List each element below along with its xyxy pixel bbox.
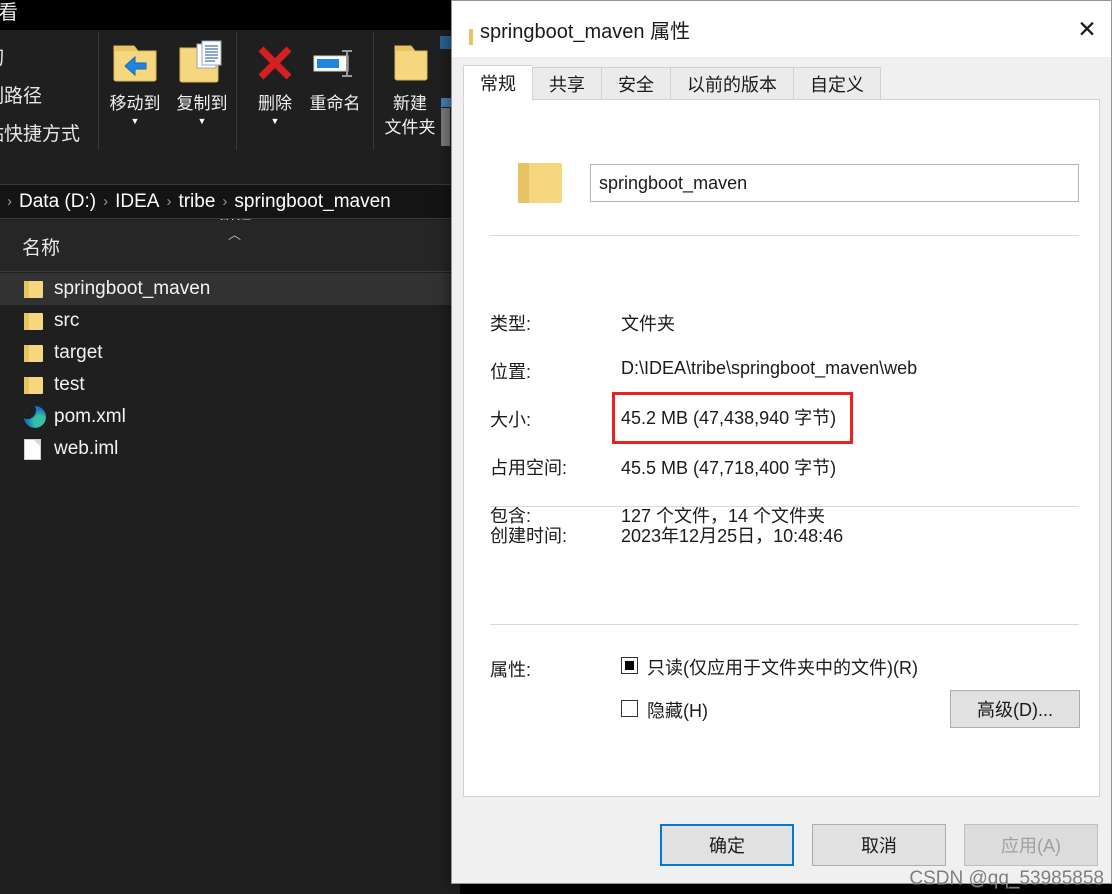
tab-view[interactable]: 查看: [0, 0, 18, 25]
hidden-checkbox[interactable]: [621, 700, 638, 717]
list-item[interactable]: target: [0, 337, 460, 369]
property-value: 2023年12月25日，10:48:46: [621, 526, 844, 546]
copy-path-command[interactable]: 复制路径: [0, 78, 80, 116]
list-item[interactable]: test: [0, 369, 460, 401]
tab-strip: 常规 共享 安全 以前的版本 自定义: [463, 65, 881, 101]
list-item-label: pom.xml: [54, 406, 126, 427]
explorer-ribbon: 剪切 复制路径 粘贴快捷方式 移动到 ▼: [0, 30, 460, 229]
breadcrumb-separator: ›: [222, 193, 228, 210]
readonly-checkbox-label: 只读(仅应用于文件夹中的文件)(R): [647, 658, 918, 678]
paste-shortcut-command[interactable]: 粘贴快捷方式: [0, 116, 80, 154]
page-title: springboot_maven 属性: [480, 20, 691, 43]
name-row: [490, 157, 1079, 209]
property-value: 45.5 MB (47,718,400 字节): [621, 458, 837, 478]
created-section: 创建时间: 2023年12月25日，10:48:46: [490, 520, 1079, 568]
folder-icon: [24, 280, 54, 298]
new-folder-label-line1: 新建: [393, 94, 427, 113]
cancel-button[interactable]: 取消: [812, 824, 946, 866]
readonly-checkbox[interactable]: [621, 657, 638, 674]
divider: [490, 624, 1079, 625]
property-row-created: 创建时间: 2023年12月25日，10:48:46: [490, 520, 1079, 568]
dialog-body: 常规 共享 安全 以前的版本 自定义 类型: 文件夹: [452, 57, 1111, 807]
property-row-type: 类型: 文件夹: [490, 308, 1079, 356]
breadcrumb-item-tribe[interactable]: tribe: [178, 191, 215, 213]
breadcrumb-separator: ›: [103, 193, 109, 210]
hidden-checkbox-label: 隐藏(H): [647, 701, 708, 721]
file-explorer-window: 查看 剪切 复制路径 粘贴快捷方式 移动到: [0, 0, 460, 894]
list-item-label: test: [54, 374, 85, 395]
file-list: springboot_maven src target test pom.xml…: [0, 273, 460, 465]
property-value: D:\IDEA\tribe\springboot_maven\web: [621, 358, 918, 378]
sort-ascending-icon: ︿: [228, 227, 242, 242]
clipboard-commands: 剪切 复制路径 粘贴快捷方式: [0, 40, 80, 154]
property-label: 创建时间:: [490, 526, 568, 546]
dialog-title-bar: springboot_maven 属性 ✕: [452, 1, 1111, 57]
folder-icon: [24, 376, 54, 394]
explorer-tab-strip: 查看: [0, 0, 460, 30]
list-item[interactable]: springboot_maven: [0, 273, 460, 305]
property-value: 文件夹: [621, 314, 675, 334]
edge-browser-icon: [24, 406, 54, 428]
list-item-label: target: [54, 342, 103, 363]
document-icon: [24, 438, 54, 460]
property-value-size-highlighted: 45.2 MB (47,438,940 字节): [611, 392, 854, 444]
property-label: 占用空间:: [490, 458, 568, 478]
property-label: 大小:: [490, 410, 532, 430]
new-folder-icon: [387, 34, 433, 92]
cut-command[interactable]: 剪切: [0, 40, 80, 78]
list-column-headers: 名称 ︿: [0, 220, 460, 272]
list-item-label: springboot_maven: [54, 278, 211, 299]
folder-name-input[interactable]: [590, 164, 1079, 202]
attributes-section: 属性: 只读(仅应用于文件夹中的文件)(R) 隐藏(H) 高级(D)...: [490, 654, 1080, 740]
folder-icon: [24, 312, 54, 330]
screen: 查看 剪切 复制路径 粘贴快捷方式 移动到: [0, 0, 1112, 894]
tab-customize[interactable]: 自定义: [793, 67, 881, 100]
column-header-name[interactable]: 名称: [22, 233, 60, 260]
breadcrumb-item-idea[interactable]: IDEA: [115, 191, 159, 213]
property-row-size: 大小: 45.2 MB (47,438,940 字节): [490, 392, 1079, 452]
advanced-button[interactable]: 高级(D)...: [950, 690, 1080, 728]
tab-security[interactable]: 安全: [601, 67, 670, 100]
list-item-label: web.iml: [54, 438, 119, 459]
tab-general[interactable]: 常规: [463, 65, 532, 101]
ribbon-scrollbar-fragment[interactable]: [441, 108, 450, 146]
watermark: CSDN @qq_53985858: [909, 868, 1104, 889]
apply-button: 应用(A): [964, 824, 1098, 866]
attributes-label: 属性:: [490, 660, 532, 680]
folder-icon: [24, 344, 54, 362]
close-icon[interactable]: ✕: [1063, 6, 1111, 52]
breadcrumb-separator: ›: [7, 193, 12, 210]
property-label: 位置:: [490, 362, 532, 382]
tab-sharing[interactable]: 共享: [532, 67, 601, 100]
list-item[interactable]: src: [0, 305, 460, 337]
list-item[interactable]: web.iml: [0, 433, 460, 465]
properties-list: 类型: 文件夹 位置: D:\IDEA\tribe\springboot_mav…: [490, 308, 1079, 548]
list-item[interactable]: pom.xml: [0, 401, 460, 433]
divider: [490, 506, 1079, 507]
properties-dialog: springboot_maven 属性 ✕ 常规 共享 安全 以前的版本 自定义: [451, 0, 1112, 884]
breadcrumb-item-drive[interactable]: Data (D:): [19, 191, 96, 213]
new-folder-button[interactable]: 新建 文件夹: [378, 34, 442, 140]
ok-button[interactable]: 确定: [660, 824, 794, 866]
property-row-size-on-disk: 占用空间: 45.5 MB (47,718,400 字节): [490, 452, 1079, 500]
breadcrumb[interactable]: › Data (D:) › IDEA › tribe › springboot_…: [0, 184, 460, 219]
property-label: 类型:: [490, 314, 532, 334]
new-folder-label-line2: 文件夹: [384, 118, 436, 137]
folder-icon: [490, 163, 590, 203]
list-item-label: src: [54, 310, 80, 331]
breadcrumb-separator: ›: [166, 193, 172, 210]
tab-panel-general: 类型: 文件夹 位置: D:\IDEA\tribe\springboot_mav…: [463, 99, 1100, 797]
divider: [490, 235, 1079, 236]
tab-previous-versions[interactable]: 以前的版本: [670, 67, 793, 100]
breadcrumb-item-springboot-maven[interactable]: springboot_maven: [234, 191, 390, 213]
